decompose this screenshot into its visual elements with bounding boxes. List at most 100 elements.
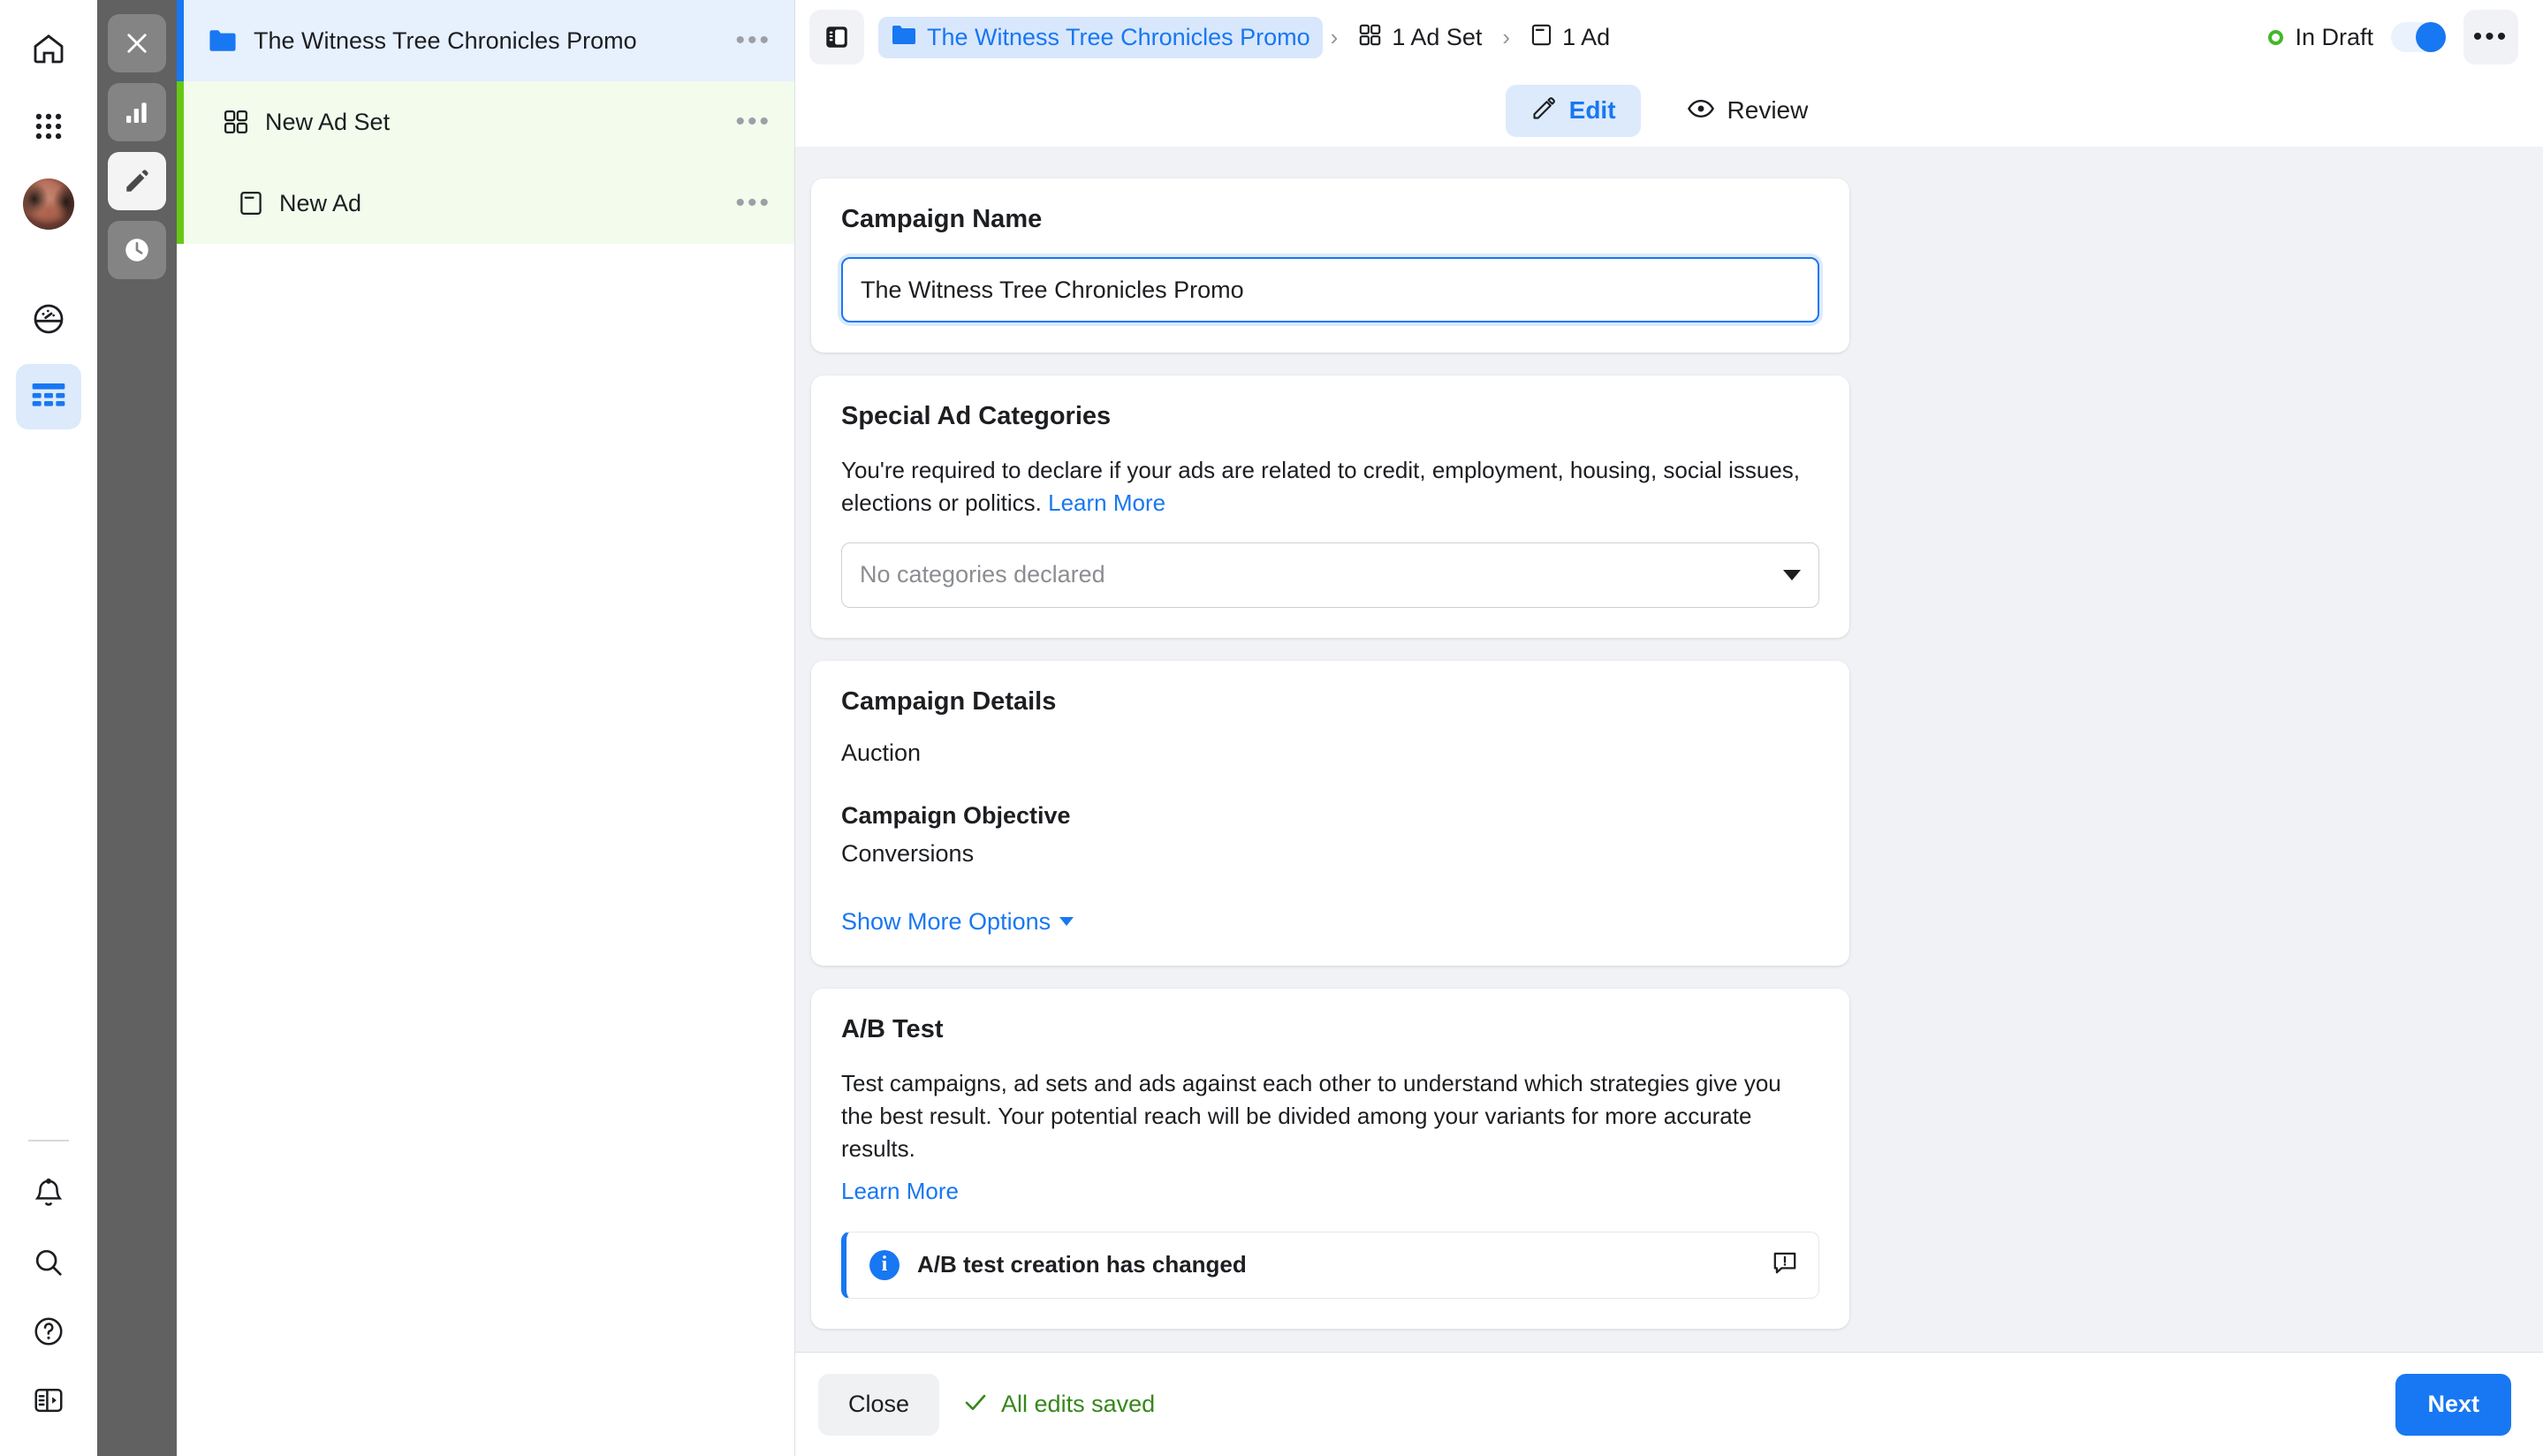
campaign-name-input[interactable] [841, 257, 1819, 322]
toggle-knob [2416, 22, 2446, 52]
pencil-icon[interactable] [108, 152, 166, 210]
form-scroll-area[interactable]: Campaign Name Special Ad Categories You'… [795, 147, 2543, 1352]
save-status: All edits saved [962, 1389, 1155, 1420]
breadcrumb-item-adset[interactable]: 1 Ad Set [1346, 16, 1494, 58]
left-nav-bottom [16, 1140, 81, 1456]
tree-row-menu-button[interactable]: ••• [735, 27, 771, 54]
tree-row-label: The Witness Tree Chronicles Promo [254, 27, 637, 54]
footer-action-bar: Close All edits saved Next [795, 1352, 2543, 1456]
campaign-name-title: Campaign Name [841, 205, 1043, 233]
special-ad-categories-description: You're required to declare if your ads a… [841, 454, 1819, 519]
sidebar-toggle-icon[interactable] [809, 10, 864, 64]
close-button[interactable]: Close [818, 1373, 940, 1436]
home-icon[interactable] [16, 16, 81, 81]
breadcrumb-label: 1 Ad [1562, 23, 1611, 50]
dark-tool-rail [97, 0, 177, 1456]
row-accent-bar [177, 81, 184, 163]
bell-icon[interactable] [16, 1161, 81, 1226]
chevron-down-icon [1783, 569, 1801, 580]
pencil-icon [1530, 95, 1557, 126]
panel-collapse-icon[interactable] [16, 1368, 81, 1433]
left-nav-rail [0, 0, 97, 1456]
clock-icon[interactable] [108, 221, 166, 279]
gauge-icon[interactable] [16, 286, 81, 352]
top-bar: The Witness Tree Chronicles Promo › 1 Ad… [795, 0, 2543, 74]
buying-type-value: Auction [841, 739, 922, 766]
campaign-active-toggle[interactable] [2391, 22, 2446, 52]
avatar[interactable] [16, 171, 81, 237]
tab-label: Edit [1568, 96, 1616, 124]
chart-icon[interactable] [108, 83, 166, 141]
tree-row-ad[interactable]: New Ad ••• [177, 163, 794, 244]
check-icon [962, 1389, 989, 1420]
status-label: In Draft [2295, 23, 2373, 50]
ad-card-icon [1530, 23, 1552, 51]
more-options-label: ••• [2472, 22, 2509, 51]
campaign-details-card: Campaign Details Auction Campaign Object… [811, 660, 1849, 966]
search-icon[interactable] [16, 1230, 81, 1295]
breadcrumb-label: The Witness Tree Chronicles Promo [927, 23, 1310, 50]
grid-apps-icon[interactable] [16, 94, 81, 159]
adset-grid-icon [223, 109, 249, 135]
row-accent-bar [177, 163, 184, 244]
tree-row-adset[interactable]: New Ad Set ••• [177, 81, 794, 163]
help-icon[interactable] [16, 1299, 81, 1364]
ab-test-notice-text: A/B test creation has changed [917, 1251, 1247, 1278]
close-icon[interactable] [108, 14, 166, 72]
nav-divider [28, 1140, 69, 1141]
tab-edit[interactable]: Edit [1505, 84, 1641, 137]
show-more-options-label: Show More Options [841, 907, 1051, 935]
select-placeholder: No categories declared [860, 561, 1105, 588]
status-badge: In Draft [2268, 24, 2373, 51]
special-ad-categories-title: Special Ad Categories [841, 402, 1112, 430]
save-status-label: All edits saved [1001, 1391, 1156, 1417]
next-button[interactable]: Next [2395, 1373, 2511, 1436]
tab-label: Review [1727, 96, 1809, 124]
avatar-image [23, 178, 74, 230]
learn-more-link[interactable]: Learn More [1048, 489, 1165, 516]
show-more-options-button[interactable]: Show More Options [841, 908, 1074, 936]
tree-row-menu-button[interactable]: ••• [735, 190, 771, 216]
tree-row-label: New Ad Set [265, 108, 391, 135]
form-cards: Campaign Name Special Ad Categories You'… [811, 178, 1849, 1329]
campaign-objective-label: Campaign Objective [841, 801, 1071, 829]
adset-grid-icon [1358, 23, 1382, 51]
special-ad-categories-select[interactable]: No categories declared [841, 542, 1819, 608]
chevron-down-icon [1059, 917, 1074, 927]
folder-icon [208, 28, 238, 53]
feedback-icon[interactable] [1771, 1248, 1799, 1281]
campaign-tree-panel: The Witness Tree Chronicles Promo ••• Ne… [97, 0, 795, 1456]
ad-card-icon [239, 190, 263, 216]
tree-row-campaign[interactable]: The Witness Tree Chronicles Promo ••• [177, 0, 794, 81]
table-icon[interactable] [16, 364, 81, 429]
more-options-button[interactable]: ••• [2463, 10, 2518, 64]
breadcrumb-separator: › [1502, 23, 1511, 50]
status-dot-icon [2268, 29, 2284, 45]
campaign-details-title: Campaign Details [841, 686, 1057, 716]
ab-test-notice: i A/B test creation has changed [841, 1231, 1819, 1299]
special-ad-categories-card: Special Ad Categories You're required to… [811, 375, 1849, 638]
folder-icon [891, 24, 917, 50]
tree-row-menu-button[interactable]: ••• [735, 109, 771, 135]
breadcrumb-separator: › [1330, 23, 1339, 50]
campaign-objective-value: Conversions [841, 839, 975, 867]
breadcrumb-item-ad[interactable]: 1 Ad [1518, 16, 1622, 58]
info-circle-icon: i [869, 1249, 900, 1280]
ab-test-description: Test campaigns, ad sets and ads against … [841, 1069, 1781, 1162]
breadcrumb: The Witness Tree Chronicles Promo › 1 Ad… [878, 16, 1622, 58]
description-text: You're required to declare if your ads a… [841, 457, 1801, 516]
ads-manager-app: The Witness Tree Chronicles Promo ••• Ne… [0, 0, 2543, 1456]
breadcrumb-item-campaign[interactable]: The Witness Tree Chronicles Promo [878, 16, 1323, 58]
edit-review-tabs: Edit Review [795, 74, 2543, 147]
row-accent-bar [177, 0, 184, 81]
work-area: The Witness Tree Chronicles Promo › 1 Ad… [795, 0, 2543, 1456]
ab-test-learn-more-link[interactable]: Learn More [841, 1178, 959, 1204]
tree-row-label: New Ad [279, 189, 362, 216]
top-bar-right: In Draft ••• [2268, 10, 2518, 64]
ab-test-card: A/B Test Test campaigns, ad sets and ads… [811, 988, 1849, 1329]
campaign-name-card: Campaign Name [811, 178, 1849, 353]
ab-test-title: A/B Test [841, 1014, 944, 1043]
eye-icon [1687, 95, 1715, 126]
tab-review[interactable]: Review [1662, 85, 1833, 137]
breadcrumb-label: 1 Ad Set [1392, 23, 1483, 50]
